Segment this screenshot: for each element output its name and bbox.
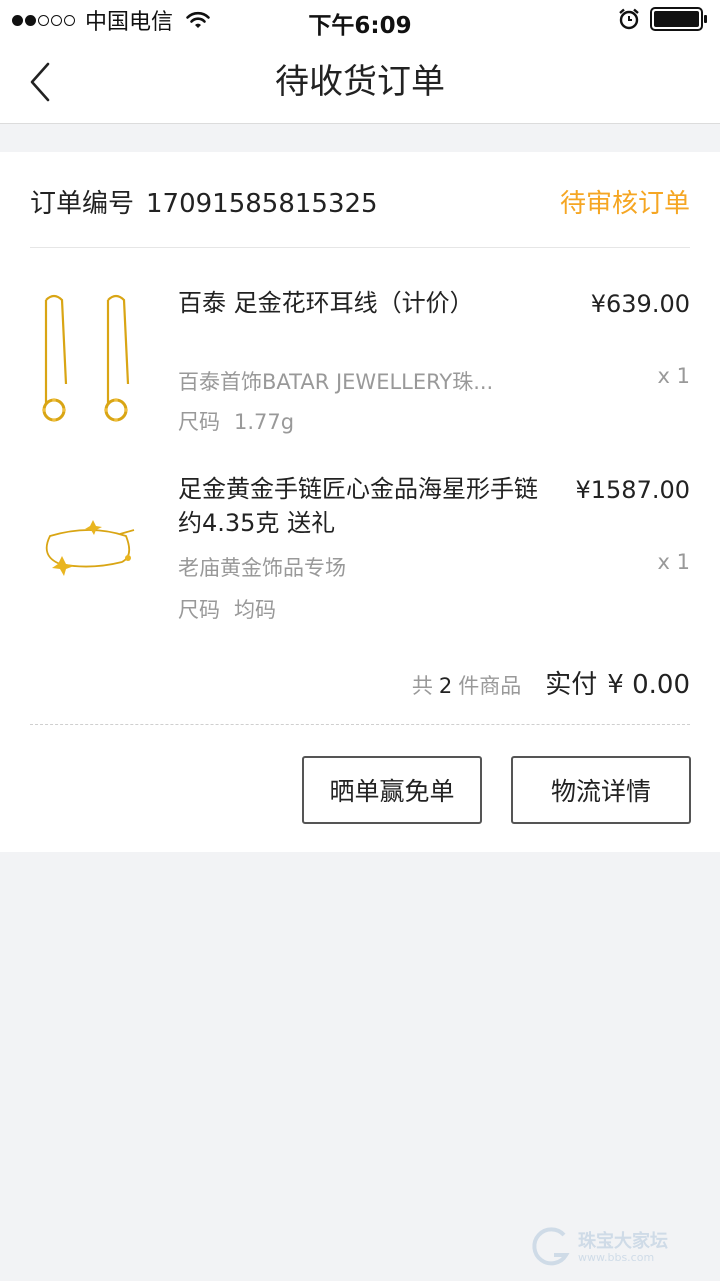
alarm-icon: [619, 8, 639, 30]
item-shop: 老庙黄金饰品专场: [178, 556, 346, 580]
summary-count: 2: [438, 674, 453, 698]
divider: [30, 724, 690, 725]
page-title: 待收货订单: [275, 62, 445, 102]
summary-count-suffix: 件商品: [458, 674, 522, 698]
status-time: 下午6:09: [308, 13, 412, 39]
item-name: 足金黄金手链匠心金品海星形手链约4.35克 送礼: [178, 475, 538, 537]
watermark-url: www.bbs.com: [578, 1251, 655, 1264]
nav-bar: 待收货订单: [0, 40, 720, 124]
status-bar: 中国电信 下午6:09: [0, 0, 720, 40]
item-size-label: 尺码: [178, 598, 220, 622]
logistics-details-button[interactable]: 物流详情: [511, 756, 691, 824]
item-size-label: 尺码: [178, 410, 220, 434]
order-card[interactable]: 订单编号 17091585815325 待审核订单 百泰 足金花环耳线（计价） ¥…: [0, 152, 720, 852]
item-size: 均码: [234, 598, 276, 622]
order-number: 17091585815325: [146, 189, 378, 219]
earring-product-image: [42, 294, 130, 422]
order-header: 订单编号 17091585815325 待审核订单: [30, 152, 690, 248]
paid-amount: ¥ 0.00: [607, 670, 690, 700]
item-size: 1.77g: [234, 410, 295, 434]
item-price: ¥639.00: [590, 290, 690, 318]
paid-label: 实付: [545, 670, 598, 700]
summary-count-prefix: 共: [411, 674, 433, 698]
item-quantity: x 1: [657, 364, 690, 388]
watermark-text: 珠宝大家坛: [578, 1231, 668, 1252]
order-item[interactable]: 百泰 足金花环耳线（计价） ¥639.00 百泰首饰BATAR JEWELLER…: [30, 284, 690, 464]
item-shop: 百泰首饰BATAR JEWELLERY珠...: [178, 370, 494, 394]
site-watermark: 珠宝大家坛 www.bbs.com: [526, 1223, 706, 1271]
order-status: 待审核订单: [559, 189, 690, 219]
order-summary: 共 2 件商品 实付 ¥ 0.00: [412, 664, 690, 701]
item-price: ¥1587.00: [575, 476, 690, 504]
item-name: 百泰 足金花环耳线（计价）: [178, 289, 474, 317]
watermark-logo-icon: [532, 1227, 570, 1266]
item-quantity: x 1: [657, 550, 690, 574]
share-order-button[interactable]: 晒单赢免单: [302, 756, 482, 824]
order-number-label: 订单编号: [30, 189, 135, 219]
order-item[interactable]: 足金黄金手链匠心金品海星形手链约4.35克 送礼 ¥1587.00 老庙黄金饰品…: [30, 472, 690, 652]
battery-icon: [650, 7, 707, 31]
bracelet-product-image: [45, 520, 135, 576]
